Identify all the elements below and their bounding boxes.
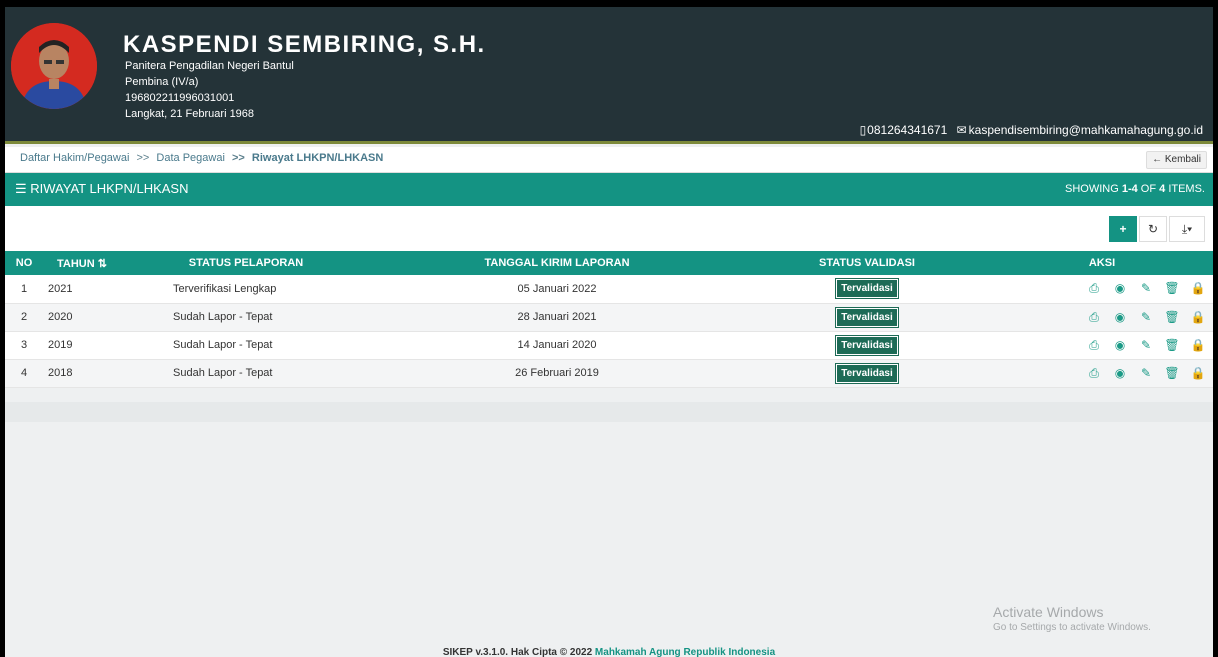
- lock-icon[interactable]: 🔒: [1185, 366, 1211, 380]
- cell-tahun: 2019: [43, 331, 121, 360]
- employee-nip: 196802211996031001: [125, 92, 235, 104]
- breadcrumb-current: Riwayat LHKPN/LHKASN: [251, 152, 384, 164]
- phone-icon: ▯: [859, 123, 867, 137]
- cell-tanggal: 05 Januari 2022: [371, 275, 743, 304]
- breadcrumb: Daftar Hakim/Pegawai >> Data Pegawai >> …: [5, 147, 1213, 173]
- pencil-icon[interactable]: ✎: [1133, 338, 1159, 352]
- activation-watermark: Activate Windows Go to Settings to activ…: [993, 604, 1151, 633]
- phone-number: 081264341671: [867, 123, 948, 137]
- cell-tanggal: 14 Januari 2020: [371, 331, 743, 360]
- mail-icon: ✉: [956, 123, 967, 137]
- employee-rank: Pembina (IV/a): [125, 76, 199, 88]
- avatar: [11, 23, 97, 109]
- cell-no: 1: [5, 275, 43, 304]
- col-aksi: AKSI: [991, 251, 1213, 275]
- showing-suffix: ITEMS.: [1165, 183, 1205, 195]
- eye-icon[interactable]: ◉: [1107, 366, 1133, 380]
- cell-tanggal: 26 Februari 2019: [371, 359, 743, 388]
- sort-icon: ⇅: [97, 257, 107, 270]
- cell-tahun: 2021: [43, 275, 121, 304]
- showing-summary: SHOWING 1-4 OF 4 ITEMS.: [1065, 183, 1205, 195]
- lhkpn-table: NO TAHUN ⇅ STATUS PELAPORAN TANGGAL KIRI…: [5, 251, 1213, 388]
- watermark-subtitle: Go to Settings to activate Windows.: [993, 622, 1151, 633]
- lock-icon[interactable]: 🔒: [1185, 310, 1211, 324]
- col-no[interactable]: NO: [5, 251, 43, 275]
- cell-no: 2: [5, 303, 43, 332]
- cell-status: Sudah Lapor - Tepat: [121, 359, 371, 388]
- pdf-icon[interactable]: ⎙: [1081, 338, 1107, 353]
- pencil-icon[interactable]: ✎: [1133, 281, 1159, 295]
- footer-link[interactable]: Mahkamah Agung Republik Indonesia: [595, 647, 775, 657]
- back-button[interactable]: ← Kembali: [1146, 151, 1207, 169]
- contact-info: ▯081264341671 ✉ kaspendisembiring@mahkama…: [854, 123, 1203, 137]
- add-button[interactable]: +: [1109, 216, 1137, 242]
- page-footer: SIKEP v.3.1.0. Hak Cipta © 2022 Mahkamah…: [5, 647, 1213, 657]
- breadcrumb-separator: >>: [231, 152, 245, 164]
- col-tahun[interactable]: TAHUN ⇅: [43, 251, 121, 275]
- col-tanggal-kirim[interactable]: TANGGAL KIRIM LAPORAN: [371, 251, 743, 275]
- pdf-icon[interactable]: ⎙: [1081, 281, 1107, 296]
- status-badge: Tervalidasi: [835, 362, 899, 384]
- employee-position: Panitera Pengadilan Negeri Bantul: [125, 60, 294, 72]
- panel-title: RIWAYAT LHKPN/LHKASN: [30, 181, 189, 196]
- table-row: 2 2020 Sudah Lapor - Tepat 28 Januari 20…: [5, 303, 1213, 332]
- showing-range: 1-4: [1121, 183, 1138, 195]
- export-button[interactable]: ⤓▾: [1169, 216, 1205, 242]
- table-row: 1 2021 Terverifikasi Lengkap 05 Januari …: [5, 275, 1213, 304]
- table-row: 3 2019 Sudah Lapor - Tepat 14 Januari 20…: [5, 331, 1213, 360]
- footer-text: SIKEP v.3.1.0. Hak Cipta © 2022: [442, 647, 595, 657]
- profile-header: KASPENDI SEMBIRING, S.H. Panitera Pengad…: [5, 7, 1213, 144]
- panel-header: ☰ RIWAYAT LHKPN/LHKASN SHOWING 1-4 OF 4 …: [5, 173, 1213, 206]
- col-status-validasi[interactable]: STATUS VALIDASI: [743, 251, 991, 275]
- cell-tahun: 2018: [43, 359, 121, 388]
- cell-status: Sudah Lapor - Tepat: [121, 331, 371, 360]
- col-tahun-label: TAHUN: [57, 257, 95, 270]
- list-icon: ☰: [15, 181, 27, 196]
- breadcrumb-daftar[interactable]: Daftar Hakim/Pegawai: [20, 152, 129, 164]
- refresh-button[interactable]: ↻: [1139, 216, 1167, 242]
- watermark-title: Activate Windows: [993, 604, 1104, 620]
- lock-icon[interactable]: 🔒: [1185, 338, 1211, 352]
- employee-birth: Langkat, 21 Februari 1968: [125, 108, 255, 120]
- table-footer-band: [5, 402, 1213, 422]
- table-row: 4 2018 Sudah Lapor - Tepat 26 Februari 2…: [5, 359, 1213, 388]
- email-address: kaspendisembiring@mahkamahagung.go.id: [968, 123, 1203, 137]
- eye-icon[interactable]: ◉: [1107, 310, 1133, 324]
- app-frame: KASPENDI SEMBIRING, S.H. Panitera Pengad…: [5, 7, 1213, 657]
- status-badge: Tervalidasi: [835, 306, 899, 328]
- status-badge: Tervalidasi: [835, 334, 899, 356]
- pencil-icon[interactable]: ✎: [1133, 366, 1159, 380]
- cell-tanggal: 28 Januari 2021: [371, 303, 743, 332]
- cell-no: 3: [5, 331, 43, 360]
- trash-icon[interactable]: 🗑: [1159, 310, 1185, 324]
- back-label: Kembali: [1164, 154, 1201, 165]
- col-status-pelaporan[interactable]: STATUS PELAPORAN: [121, 251, 371, 275]
- pdf-icon[interactable]: ⎙: [1081, 310, 1107, 325]
- trash-icon[interactable]: 🗑: [1159, 281, 1185, 295]
- cell-status: Sudah Lapor - Tepat: [121, 303, 371, 332]
- showing-of: OF: [1137, 183, 1160, 195]
- toolbar: + ↻ ⤓▾: [5, 206, 1213, 251]
- pdf-icon[interactable]: ⎙: [1081, 366, 1107, 381]
- status-badge: Tervalidasi: [835, 278, 899, 300]
- arrow-left-icon: ←: [1152, 154, 1163, 165]
- breadcrumb-separator: >>: [136, 152, 150, 164]
- employee-name: KASPENDI SEMBIRING, S.H.: [123, 31, 486, 58]
- trash-icon[interactable]: 🗑: [1159, 338, 1185, 352]
- cell-tahun: 2020: [43, 303, 121, 332]
- breadcrumb-data-pegawai[interactable]: Data Pegawai: [156, 152, 225, 164]
- pencil-icon[interactable]: ✎: [1133, 310, 1159, 324]
- trash-icon[interactable]: 🗑: [1159, 366, 1185, 380]
- showing-prefix: SHOWING: [1065, 183, 1122, 195]
- cell-no: 4: [5, 359, 43, 388]
- eye-icon[interactable]: ◉: [1107, 338, 1133, 352]
- eye-icon[interactable]: ◉: [1107, 281, 1133, 295]
- cell-status: Terverifikasi Lengkap: [121, 275, 371, 304]
- lock-icon[interactable]: 🔒: [1185, 281, 1211, 295]
